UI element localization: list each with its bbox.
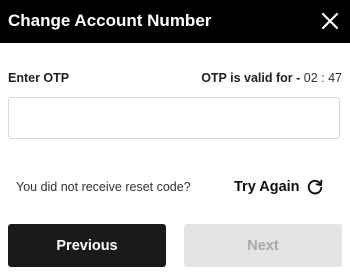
dialog-title: Change Account Number xyxy=(8,11,212,30)
otp-validity-label: OTP is valid for - xyxy=(201,71,304,85)
otp-countdown: 02 : 47 xyxy=(303,71,342,85)
try-again-button[interactable]: Try Again xyxy=(234,177,324,197)
otp-input[interactable] xyxy=(8,97,340,139)
refresh-icon xyxy=(307,179,322,195)
close-icon xyxy=(321,12,339,30)
otp-label-row: Enter OTP OTP is valid for - 02 : 47 xyxy=(8,71,342,87)
resend-prompt: You did not receive reset code? xyxy=(16,180,191,194)
otp-label: Enter OTP xyxy=(8,71,70,85)
otp-timer: OTP is valid for - 02 : 47 xyxy=(201,71,342,85)
try-again-label: Try Again xyxy=(234,179,300,195)
previous-button[interactable]: Previous xyxy=(8,224,166,267)
dialog-header: Change Account Number xyxy=(0,0,350,43)
close-button[interactable] xyxy=(321,12,339,30)
next-button[interactable]: Next xyxy=(184,224,342,267)
change-account-number-dialog: Change Account Number Enter OTP OTP is v… xyxy=(0,0,350,276)
